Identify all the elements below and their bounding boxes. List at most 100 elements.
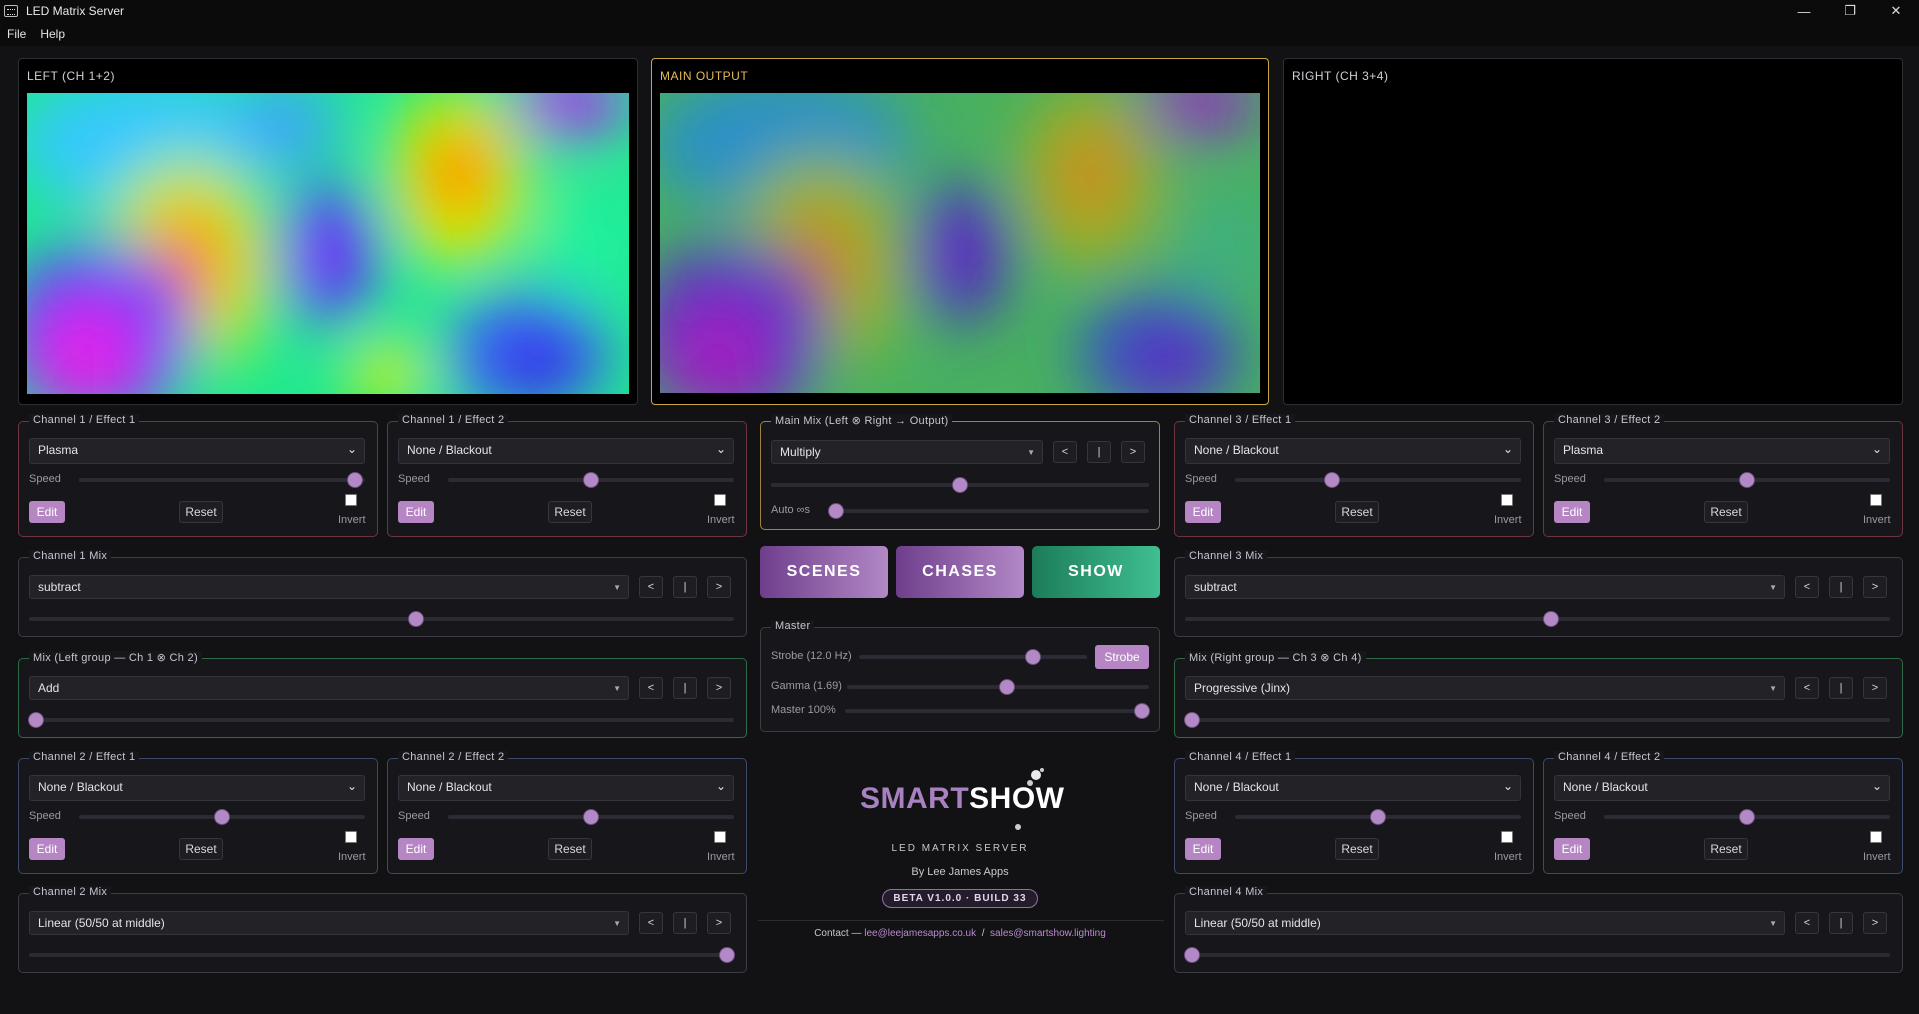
mix-slider[interactable] (29, 713, 734, 727)
mix-prev-button[interactable]: < (639, 677, 663, 699)
speed-slider-thumb[interactable] (1740, 473, 1754, 487)
effect-select[interactable]: None / Blackout ⌄ (398, 438, 734, 464)
effect-select[interactable]: None / Blackout ⌄ (29, 775, 365, 801)
master-slider-thumb[interactable] (1135, 704, 1149, 718)
speed-slider[interactable] (79, 473, 365, 487)
main-mix-select[interactable]: Multiply ▼ (771, 440, 1043, 464)
reset-button[interactable]: Reset (1704, 838, 1748, 860)
mix-prev-button[interactable]: < (639, 576, 663, 598)
contact-email-lee[interactable]: lee@leejamesapps.co.uk (864, 928, 976, 939)
reset-button[interactable]: Reset (179, 838, 223, 860)
mix-slider-thumb[interactable] (1185, 948, 1199, 962)
effect-select[interactable]: None / Blackout ⌄ (1185, 775, 1521, 801)
reset-button[interactable]: Reset (548, 838, 592, 860)
mix-slider-thumb[interactable] (1544, 612, 1559, 626)
mix-next-button[interactable]: > (1863, 677, 1887, 699)
contact-email-sales[interactable]: sales@smartshow.lighting (990, 928, 1106, 939)
mix-prev-button[interactable]: < (639, 912, 663, 934)
effect-select[interactable]: None / Blackout ⌄ (398, 775, 734, 801)
mix-slider[interactable] (1185, 948, 1890, 962)
speed-slider[interactable] (448, 810, 734, 824)
mix-next-button[interactable]: > (1863, 576, 1887, 598)
strobe-slider[interactable] (859, 650, 1087, 664)
speed-slider-thumb[interactable] (348, 473, 363, 487)
maximize-button[interactable]: ❐ (1827, 0, 1873, 22)
speed-slider[interactable] (448, 473, 734, 487)
chases-button[interactable]: CHASES (896, 546, 1024, 598)
mix-next-button[interactable]: > (707, 677, 731, 699)
strobe-slider-thumb[interactable] (1025, 650, 1040, 664)
main-mix-next-button[interactable]: > (1121, 441, 1145, 463)
mix-prev-button[interactable]: < (1795, 912, 1819, 934)
invert-checkbox[interactable] (1501, 831, 1513, 843)
mix-slider-thumb[interactable] (409, 612, 424, 626)
invert-checkbox[interactable] (714, 494, 726, 506)
mix-next-button[interactable]: > (707, 576, 731, 598)
edit-button[interactable]: Edit (29, 501, 65, 523)
mix-slider[interactable] (29, 948, 734, 962)
invert-checkbox[interactable] (345, 831, 357, 843)
speed-slider-thumb[interactable] (584, 810, 598, 824)
mix-next-button[interactable]: > (1863, 912, 1887, 934)
main-mix-prev-button[interactable]: < (1053, 441, 1077, 463)
edit-button[interactable]: Edit (398, 501, 434, 523)
effect-select[interactable]: Plasma ⌄ (29, 438, 365, 464)
speed-slider[interactable] (1604, 473, 1890, 487)
invert-checkbox[interactable] (714, 831, 726, 843)
reset-button[interactable]: Reset (548, 501, 592, 523)
reset-button[interactable]: Reset (179, 501, 223, 523)
main-mix-slider[interactable] (771, 478, 1149, 492)
speed-slider[interactable] (1604, 810, 1890, 824)
speed-slider[interactable] (79, 810, 365, 824)
mix-select[interactable]: Add ▼ (29, 676, 629, 700)
speed-slider-thumb[interactable] (584, 473, 598, 487)
mix-slider[interactable] (29, 612, 734, 626)
invert-checkbox[interactable] (1870, 831, 1882, 843)
mix-select[interactable]: subtract ▼ (29, 575, 629, 599)
effect-select[interactable]: None / Blackout ⌄ (1185, 438, 1521, 464)
edit-button[interactable]: Edit (1554, 838, 1590, 860)
invert-checkbox[interactable] (1870, 494, 1882, 506)
speed-slider[interactable] (1235, 473, 1521, 487)
mix-slider[interactable] (1185, 612, 1890, 626)
mix-slider-thumb[interactable] (720, 948, 734, 962)
edit-button[interactable]: Edit (1554, 501, 1590, 523)
scenes-button[interactable]: SCENES (760, 546, 888, 598)
speed-slider-thumb[interactable] (1371, 810, 1385, 824)
reset-button[interactable]: Reset (1704, 501, 1748, 523)
close-button[interactable]: ✕ (1873, 0, 1919, 22)
invert-checkbox[interactable] (345, 494, 357, 506)
mix-center-button[interactable]: | (1829, 912, 1853, 934)
mix-select[interactable]: Progressive (Jinx) ▼ (1185, 676, 1785, 700)
mix-slider-thumb[interactable] (1185, 713, 1199, 727)
edit-button[interactable]: Edit (398, 838, 434, 860)
mix-prev-button[interactable]: < (1795, 677, 1819, 699)
speed-slider[interactable] (1235, 810, 1521, 824)
mix-select[interactable]: subtract ▼ (1185, 575, 1785, 599)
main-mix-slider-thumb[interactable] (953, 478, 967, 492)
speed-slider-thumb[interactable] (215, 810, 229, 824)
auto-slider[interactable] (829, 504, 1149, 518)
show-button[interactable]: SHOW (1032, 546, 1160, 598)
mix-center-button[interactable]: | (673, 576, 697, 598)
reset-button[interactable]: Reset (1335, 501, 1379, 523)
speed-slider-thumb[interactable] (1324, 473, 1339, 487)
main-mix-center-button[interactable]: | (1087, 441, 1111, 463)
mix-select[interactable]: Linear (50/50 at middle) ▼ (1185, 911, 1785, 935)
mix-center-button[interactable]: | (673, 677, 697, 699)
mix-select[interactable]: Linear (50/50 at middle) ▼ (29, 911, 629, 935)
effect-select[interactable]: None / Blackout ⌄ (1554, 775, 1890, 801)
menu-file[interactable]: File (0, 27, 33, 41)
auto-slider-thumb[interactable] (829, 504, 843, 518)
edit-button[interactable]: Edit (1185, 838, 1221, 860)
mix-center-button[interactable]: | (673, 912, 697, 934)
strobe-button[interactable]: Strobe (1095, 645, 1149, 669)
master-slider[interactable] (845, 704, 1149, 718)
gamma-slider-thumb[interactable] (999, 680, 1014, 694)
edit-button[interactable]: Edit (1185, 501, 1221, 523)
mix-center-button[interactable]: | (1829, 576, 1853, 598)
mix-slider-thumb[interactable] (29, 713, 43, 727)
mix-next-button[interactable]: > (707, 912, 731, 934)
gamma-slider[interactable] (847, 680, 1149, 694)
edit-button[interactable]: Edit (29, 838, 65, 860)
